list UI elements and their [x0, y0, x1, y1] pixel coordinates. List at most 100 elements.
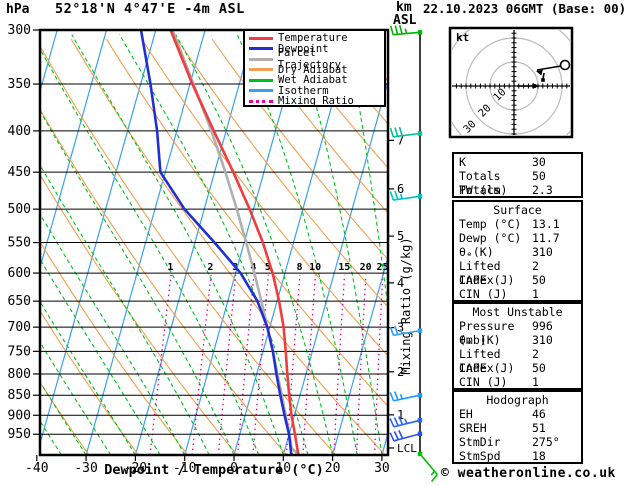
hodograph-unit-label: kt [456, 31, 469, 44]
pressure-tick-label: 500 [8, 202, 31, 217]
panel-row-label: StmSpd (kt) [459, 449, 501, 463]
wind-barb [389, 391, 423, 402]
panel-row-value: 50 [532, 361, 546, 375]
panel-row-value: 11.7 [532, 231, 560, 245]
panel-row-label: K [459, 155, 466, 169]
pressure-tick-label: 950 [8, 427, 31, 442]
panel-surface: Surface Temp (°C) 13.1 Dewp (°C) 11.7 θₑ(K) 31… [452, 200, 583, 302]
pressure-tick-label: 600 [8, 266, 31, 281]
panel-row-value: 2.3 [532, 183, 553, 197]
wind-barb [389, 430, 423, 442]
mixing-ratio-line-label: 1 [167, 262, 173, 273]
wind-barb [389, 126, 423, 138]
panel-row-value: 2 [532, 259, 539, 273]
panel-row: Totals Totals 50 [459, 169, 576, 197]
legend-swatch-dry-adiabat [249, 68, 273, 72]
km-tick-label: 6 [397, 182, 404, 196]
panel-row-value: 1 [532, 287, 539, 301]
panel-row: PW (cm) 2.3 [459, 183, 576, 197]
panel-row-value: 13.1 [532, 217, 560, 231]
mixing-ratio-line-label: 10 [309, 262, 321, 273]
panel-row-value: 275° [532, 435, 560, 449]
legend-swatch-wet-adiabat [249, 78, 273, 82]
pressure-tick-label: 550 [8, 236, 31, 251]
panel-row-label: Temp (°C) [459, 217, 522, 231]
pressure-tick-label: 400 [8, 124, 31, 139]
panel-row-label: θₑ(K) [459, 245, 494, 259]
panel-row: StmSpd (kt) 18 [459, 449, 576, 463]
panel-row-label: StmDir [459, 435, 501, 449]
pressure-tick-label: 700 [8, 320, 31, 335]
legend-swatch-temperature [249, 36, 273, 40]
panel-row-label: Lifted Index [459, 259, 501, 287]
legend-swatch-dewpoint [249, 47, 273, 51]
mixing-ratio-line-label: 20 [360, 262, 372, 273]
panel-row-label: CAPE (J) [459, 361, 515, 375]
panel-row: Lifted Index 2 [459, 259, 576, 287]
panel-row-label: Dewp (°C) [459, 231, 522, 245]
x-axis-label: Dewpoint / Temperature (°C) [104, 462, 324, 478]
panel-title: Most Unstable [472, 305, 563, 319]
pressure-tick-label: 450 [8, 165, 31, 180]
panel-row: CAPE (J) 50 [459, 361, 576, 375]
mixing-ratio-axis-label: Mixing Ratio (g/kg) [399, 237, 413, 374]
panel-row: CIN (J) 1 [459, 287, 576, 301]
panel-row: K 30 [459, 155, 576, 169]
panel-row-label: CIN (J) [459, 287, 508, 301]
pressure-unit-label: hPa [6, 2, 30, 17]
panel-row-value: 310 [532, 245, 553, 259]
hodograph: 102030kt [448, 26, 574, 139]
lcl-label: LCL [397, 442, 417, 455]
pressure-tick-label: 800 [8, 367, 31, 382]
panel-row-label: EH [459, 407, 473, 421]
pressure-tick-label: 650 [8, 294, 31, 309]
legend-row: Mixing Ratio [249, 95, 384, 108]
panel-row-label: CAPE (J) [459, 273, 515, 287]
panel-row: Temp (°C) 13.1 [459, 217, 576, 231]
panel-row-label: CIN (J) [459, 375, 508, 389]
panel-row-value: 2 [532, 347, 539, 361]
station-title: 52°18'N 4°47'E -4m ASL [55, 1, 245, 17]
panel-row: CIN (J) 1 [459, 375, 576, 389]
pressure-tick-label: 900 [8, 408, 31, 423]
pressure-tick-label: 350 [8, 77, 31, 92]
panel-hodograph: HodographEH46SREH51StmDir275°StmSpd (kt)… [452, 390, 583, 464]
mixing-ratio-line-label: 2 [207, 262, 213, 273]
panel-row-value: 996 [532, 319, 553, 333]
panel-most-unstable: Most Unstable Pressure (mb) 996 θₑ (K) 310 Li… [452, 302, 583, 390]
panel-row: SREH 51 [459, 421, 576, 435]
mixing-ratio-lines [149, 274, 384, 455]
mixing-ratio-line-label: 8 [297, 262, 303, 273]
panel-row-value: 46 [532, 407, 546, 421]
pressure-tick-label: 850 [8, 388, 31, 403]
panel-row-label: Pressure (mb) [459, 319, 515, 347]
panel-row-value: 30 [532, 155, 546, 169]
skewt-sounding-page: 1 2 3 4 5 8 10 15 20 25 300 350 400 450 500 550 600 650 70… [0, 0, 629, 486]
legend: Temperature Dewpoint Parcel Trajectory Dry … [243, 29, 386, 107]
panel-row: EH 46 [459, 407, 576, 421]
panel-row-value: 50 [532, 169, 546, 183]
panel-row-label: θₑ (K) [459, 333, 501, 347]
legend-swatch-parcel-trajectory [249, 57, 273, 61]
legend-swatch-mixing-ratio [249, 99, 273, 103]
panel-row-label: PW (cm) [459, 183, 508, 197]
panel-title: Hodograph [486, 393, 549, 407]
panel-row: Dewp (°C) 11.7 [459, 231, 576, 245]
panel-row: θₑ(K) 310 [459, 245, 576, 259]
panel-row-value: 50 [532, 273, 546, 287]
datetime-title: 22.10.2023 06GMT (Base: 00) [423, 1, 627, 16]
altitude-unit-asl-label: ASL [393, 13, 417, 28]
pressure-axis: 300 350 400 450 500 550 600 650 700 750 800 850 900 9… [8, 23, 40, 442]
panel-row-label: SREH [459, 421, 487, 435]
legend-swatch-isotherm [249, 89, 273, 93]
panel-row-label: Lifted Index [459, 347, 501, 375]
legend-label: Mixing Ratio [278, 95, 354, 108]
panel-indices: K 30 Totals Totals 50 PW (cm) 2.3 [452, 152, 583, 198]
mixing-ratio-line-label: 15 [338, 262, 350, 273]
panel-row: Lifted Index 2 [459, 347, 576, 375]
wind-barb [389, 416, 423, 428]
panel-row: CAPE (J) 50 [459, 273, 576, 287]
pressure-tick-label: 750 [8, 344, 31, 359]
panel-row: θₑ (K) 310 [459, 333, 576, 347]
panel-row-label: Totals Totals [459, 169, 501, 197]
